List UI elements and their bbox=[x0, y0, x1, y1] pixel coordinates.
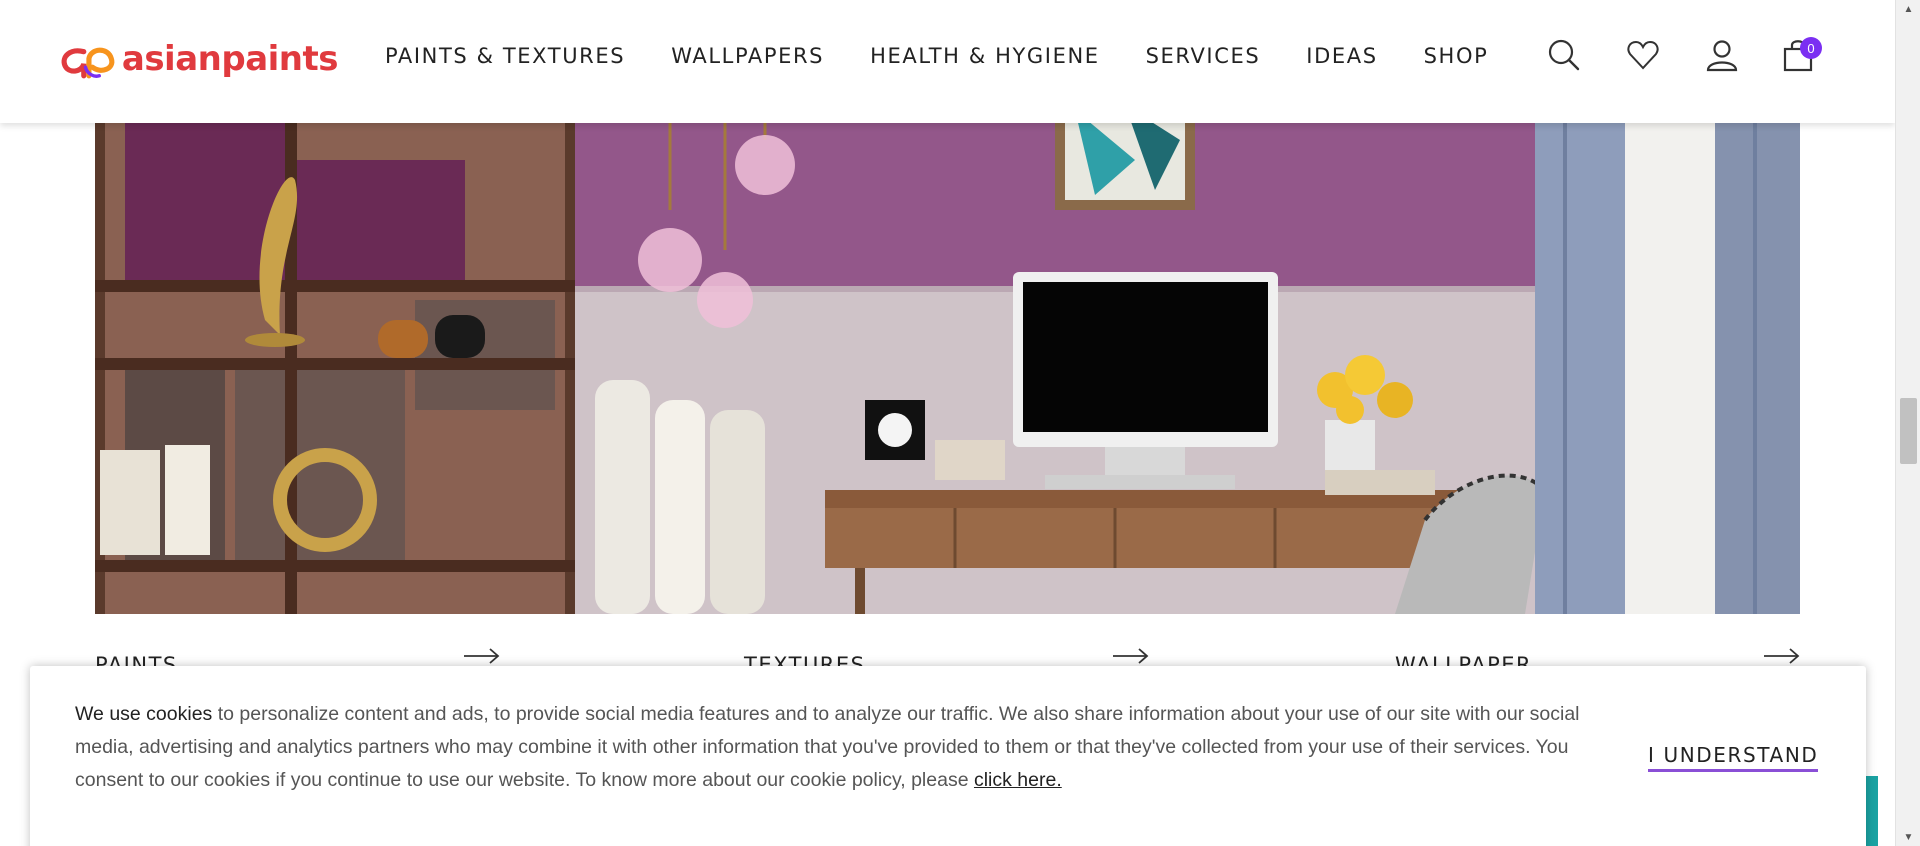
logo-wordmark: asianpaints bbox=[121, 39, 339, 79]
hero-interior-image[interactable] bbox=[95, 100, 1800, 614]
nav-health-hygiene[interactable]: HEALTH & HYGIENE bbox=[870, 44, 1100, 68]
cookie-consent-banner: We use cookies to personalize content an… bbox=[30, 666, 1866, 846]
scroll-up-arrow-icon[interactable]: ▲ bbox=[1896, 0, 1920, 18]
nav-paints-textures[interactable]: PAINTS & TEXTURES bbox=[385, 44, 625, 68]
cookie-lead: We use cookies bbox=[75, 703, 213, 725]
main-nav: PAINTS & TEXTURES WALLPAPERS HEALTH & HY… bbox=[385, 44, 1488, 68]
scroll-down-arrow-icon[interactable]: ▼ bbox=[1896, 828, 1920, 846]
logo-mark-icon bbox=[61, 47, 115, 79]
arrow-right-icon bbox=[1764, 648, 1800, 664]
search-icon[interactable] bbox=[1547, 38, 1581, 72]
nav-shop[interactable]: SHOP bbox=[1424, 44, 1489, 68]
asianpaints-logo[interactable]: asianpaints bbox=[58, 32, 339, 92]
arrow-right-icon bbox=[1113, 648, 1149, 664]
nav-services[interactable]: SERVICES bbox=[1146, 44, 1261, 68]
site-header: asianpaints PAINTS & TEXTURES WALLPAPERS… bbox=[0, 0, 1895, 123]
account-icon[interactable] bbox=[1705, 38, 1739, 72]
cookie-body: to personalize content and ads, to provi… bbox=[75, 703, 1580, 791]
cart-count-badge: 0 bbox=[1800, 37, 1822, 59]
nav-wallpapers[interactable]: WALLPAPERS bbox=[671, 44, 824, 68]
page-scrollbar[interactable]: ▲ ▼ bbox=[1895, 0, 1920, 846]
arrow-right-icon bbox=[464, 648, 500, 664]
cookie-policy-link[interactable]: click here. bbox=[974, 769, 1062, 791]
cookie-message: We use cookies to personalize content an… bbox=[75, 698, 1635, 797]
i-understand-button[interactable]: I UNDERSTAND bbox=[1648, 743, 1819, 772]
page: asianpaints PAINTS & TEXTURES WALLPAPERS… bbox=[0, 0, 1920, 846]
hero-illustration bbox=[95, 100, 1800, 614]
nav-ideas[interactable]: IDEAS bbox=[1306, 44, 1377, 68]
scrollbar-thumb[interactable] bbox=[1900, 398, 1917, 464]
wishlist-heart-icon[interactable] bbox=[1626, 38, 1660, 72]
